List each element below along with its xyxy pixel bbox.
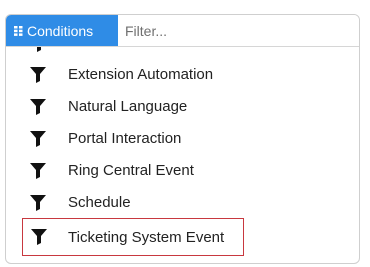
list-item-ring-central-event[interactable]: Ring Central Event xyxy=(22,154,244,186)
list-item-label: Portal Interaction xyxy=(68,129,182,147)
list-item-ticketing-system-event[interactable]: Ticketing System Event xyxy=(22,218,244,256)
conditions-button-label: Conditions xyxy=(27,22,94,39)
list-item-label: Schedule xyxy=(68,193,131,211)
filter-funnel-icon xyxy=(30,195,46,211)
grid-icon xyxy=(14,25,23,36)
list-item-schedule[interactable]: Schedule xyxy=(22,186,244,218)
list-item-label: Ring Central Event xyxy=(68,161,194,179)
conditions-list[interactable]: Extension Automation Natural Language Po… xyxy=(6,47,359,263)
filter-funnel-icon xyxy=(30,67,46,83)
list-item-label: Extension Automation xyxy=(68,65,214,83)
filter-funnel-icon xyxy=(31,47,45,52)
conditions-toolbar: Conditions xyxy=(6,15,359,47)
list-item-natural-language[interactable]: Natural Language xyxy=(22,90,244,122)
filter-funnel-icon xyxy=(30,131,46,147)
filter-input[interactable] xyxy=(118,15,359,46)
list-item-label: Ticketing System Event xyxy=(68,228,225,246)
list-item-extension-automation[interactable]: Extension Automation xyxy=(22,58,244,90)
filter-funnel-icon xyxy=(30,163,46,179)
conditions-panel: Conditions Extension Automation Natural … xyxy=(5,14,360,264)
filter-funnel-icon xyxy=(30,99,46,115)
list-item-label: Natural Language xyxy=(68,97,188,115)
list-item-portal-interaction[interactable]: Portal Interaction xyxy=(22,122,244,154)
filter-funnel-icon xyxy=(31,229,47,245)
conditions-button[interactable]: Conditions xyxy=(6,15,118,46)
